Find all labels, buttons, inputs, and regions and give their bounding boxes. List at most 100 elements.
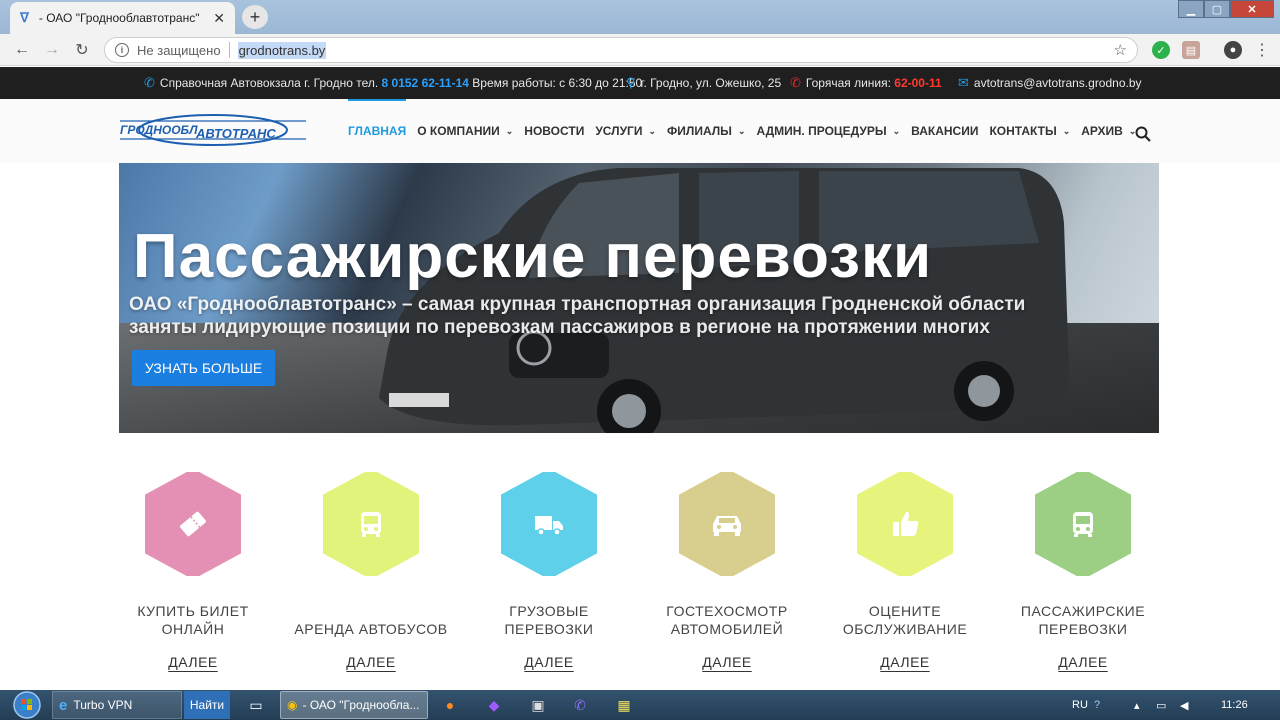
learn-more-button[interactable]: УЗНАТЬ БОЛЬШЕ <box>132 350 275 386</box>
language-indicator[interactable]: RU <box>1072 690 1088 720</box>
volume-icon[interactable]: ◀ <box>1180 690 1188 720</box>
service-title: ГОСТЕХОСМОТР АВТОМОБИЛЕЙ <box>627 602 827 638</box>
firefox-icon[interactable]: ● <box>440 695 460 715</box>
minimize-button[interactable]: ▁ <box>1178 0 1204 18</box>
start-button[interactable] <box>8 690 46 720</box>
taskbar-search-button[interactable]: Найти <box>184 691 230 719</box>
service-hexagon[interactable] <box>679 472 775 576</box>
service-more-link[interactable]: ДАЛЕЕ <box>627 654 827 670</box>
taskbar-vpn-label: Turbo VPN <box>73 698 133 712</box>
taskbar-chrome-window[interactable]: ◉ - ОАО "Гроднообла... <box>280 691 428 719</box>
contact-info-bar: ✆ Справочная Автовокзала г. Гродно тел. … <box>0 67 1280 99</box>
service-card-2[interactable]: ГРУЗОВЫЕ ПЕРЕВОЗКИ ДАЛЕЕ <box>449 472 649 670</box>
nav-item-5[interactable]: АДМИН. ПРОЦЕДУРЫ ⌄ <box>756 99 900 163</box>
nav-item-0[interactable]: ГЛАВНАЯ <box>348 99 407 163</box>
hero-subtitle: ОАО «Гроднооблавтотранс» – самая крупная… <box>129 293 1159 339</box>
service-hexagon[interactable] <box>1035 472 1131 576</box>
service-more-link[interactable]: ДАЛЕЕ <box>93 654 293 670</box>
hero-banner: Пассажирские перевозки ОАО «Гроднооблавт… <box>119 163 1159 433</box>
hero-title: Пассажирские перевозки <box>133 222 933 291</box>
service-more-link[interactable]: ДАЛЕЕ <box>805 654 1005 670</box>
phone-number[interactable]: 8 0152 62-11-14 <box>382 76 469 90</box>
service-more-link[interactable]: ДАЛЕЕ <box>449 654 649 670</box>
nav-item-4[interactable]: ФИЛИАЛЫ ⌄ <box>667 99 745 163</box>
windows-taskbar: e Turbo VPN Найти ▭ ◉ - ОАО "Гроднообла.… <box>0 690 1280 720</box>
map-pin-icon: ⚲ <box>626 75 636 90</box>
nav-item-2[interactable]: НОВОСТИ <box>524 99 584 163</box>
service-title: ПАССАЖИРСКИЕ ПЕРЕВОЗКИ <box>983 602 1183 638</box>
nav-label: КОНТАКТЫ <box>989 124 1057 138</box>
browser-tab[interactable]: ᐁ - ОАО "Гроднооблавтотранс" ✕ <box>10 2 235 34</box>
bus-icon <box>1073 512 1093 537</box>
email-address[interactable]: avtotrans@avtotrans.grodno.by <box>974 76 1142 90</box>
save-disk-icon[interactable]: ▣ <box>528 695 548 715</box>
logo-text-1: ГРОДНООБЛ <box>120 123 198 137</box>
nav-label: УСЛУГИ <box>595 124 643 138</box>
nav-label: ВАКАНСИИ <box>911 124 979 138</box>
extension-pdf-icon[interactable]: ▤ <box>1182 41 1200 59</box>
nav-item-8[interactable]: АРХИВ ⌄ <box>1081 99 1136 163</box>
nav-item-1[interactable]: О КОМПАНИИ ⌄ <box>417 99 513 163</box>
maximize-button[interactable]: ▢ <box>1204 0 1230 18</box>
service-more-link[interactable]: ДАЛЕЕ <box>271 654 471 670</box>
nav-item-6[interactable]: ВАКАНСИИ <box>911 99 978 163</box>
bookmark-star-icon[interactable]: ☆ <box>1114 41 1127 59</box>
url-text[interactable]: grodnotrans.by <box>237 41 327 59</box>
service-hexagon[interactable] <box>857 472 953 576</box>
back-button[interactable]: ← <box>12 40 32 60</box>
viber-icon[interactable]: ✆ <box>570 695 590 715</box>
forward-button[interactable]: → <box>42 40 62 60</box>
email-icon: ✉ <box>958 75 969 90</box>
address-info: ⚲ г. Гродно, ул. Ожешко, 25 <box>626 67 781 99</box>
service-hexagon[interactable] <box>323 472 419 576</box>
tab-close-icon[interactable]: ✕ <box>213 10 225 27</box>
phone-info: ✆ Справочная Автовокзала г. Гродно тел. … <box>144 67 642 99</box>
service-title-line-1: ОЦЕНИТЕ <box>868 603 942 619</box>
visual-studio-icon[interactable]: ◆ <box>484 695 504 715</box>
tray-expand-icon[interactable]: ▴ <box>1134 690 1140 720</box>
nav-item-7[interactable]: КОНТАКТЫ ⌄ <box>989 99 1070 163</box>
service-card-4[interactable]: ОЦЕНИТЕ ОБСЛУЖИВАНИЕ ДАЛЕЕ <box>805 472 1005 670</box>
chevron-down-icon: ⌄ <box>1062 125 1071 136</box>
chevron-down-icon: ⌄ <box>737 125 746 136</box>
menu-kebab-icon[interactable]: ⋮ <box>1252 40 1272 60</box>
company-logo[interactable]: ГРОДНООБЛ АВТОТРАНС <box>118 113 308 147</box>
working-hours: Время работы: с 6:30 до 21:50 <box>472 76 643 90</box>
nav-label: АРХИВ <box>1081 124 1123 138</box>
nav-label: ФИЛИАЛЫ <box>667 124 732 138</box>
nav-label: О КОМПАНИИ <box>417 124 500 138</box>
address-text: г. Гродно, ул. Ожешко, 25 <box>640 76 782 90</box>
service-card-5[interactable]: ПАССАЖИРСКИЕ ПЕРЕВОЗКИ ДАЛЕЕ <box>983 472 1183 670</box>
extension-check-icon[interactable]: ✓ <box>1152 41 1170 59</box>
chevron-down-icon: ⌄ <box>892 125 901 136</box>
service-hexagon[interactable] <box>145 472 241 576</box>
profile-avatar-icon[interactable]: ● <box>1224 41 1242 59</box>
service-title-line-2: ПЕРЕВОЗКИ <box>1038 621 1128 637</box>
clock-time[interactable]: 11:26 <box>1221 690 1248 720</box>
service-card-3[interactable]: ГОСТЕХОСМОТР АВТОМОБИЛЕЙ ДАЛЕЕ <box>627 472 827 670</box>
taskbar-turbo-vpn[interactable]: e Turbo VPN <box>52 691 182 719</box>
app-grid-icon[interactable]: ▦ <box>614 695 634 715</box>
help-icon[interactable]: ? <box>1094 690 1100 720</box>
hotline-phone-icon: ✆ <box>790 75 801 90</box>
service-card-0[interactable]: КУПИТЬ БИЛЕТ ОНЛАЙН ДАЛЕЕ <box>93 472 293 670</box>
reload-button[interactable]: ↻ <box>72 40 92 60</box>
address-separator <box>228 42 230 58</box>
hotline-number[interactable]: 62-00-11 <box>894 76 941 90</box>
close-window-button[interactable]: ✕ <box>1230 0 1274 18</box>
ie-icon: e <box>59 696 68 714</box>
service-title: ОЦЕНИТЕ ОБСЛУЖИВАНИЕ <box>805 602 1005 638</box>
service-title-line-1: ГРУЗОВЫЕ <box>509 603 589 619</box>
search-icon[interactable] <box>1134 125 1152 143</box>
hero-subtitle-line-1: ОАО «Гроднооблавтотранс» – самая крупная… <box>129 294 1026 315</box>
new-tab-button[interactable]: + <box>242 5 268 29</box>
service-title-line-1: КУПИТЬ БИЛЕТ <box>137 603 249 619</box>
network-icon[interactable]: ▭ <box>1156 690 1166 720</box>
service-card-1[interactable]: АРЕНДА АВТОБУСОВ ДАЛЕЕ <box>271 472 471 670</box>
info-icon[interactable]: i <box>115 43 129 57</box>
service-more-link[interactable]: ДАЛЕЕ <box>983 654 1183 670</box>
explorer-folder-icon[interactable]: ▭ <box>246 695 266 715</box>
address-bar[interactable]: i Не защищено grodnotrans.by ☆ <box>104 37 1138 63</box>
service-hexagon[interactable] <box>501 472 597 576</box>
nav-item-3[interactable]: УСЛУГИ ⌄ <box>595 99 656 163</box>
